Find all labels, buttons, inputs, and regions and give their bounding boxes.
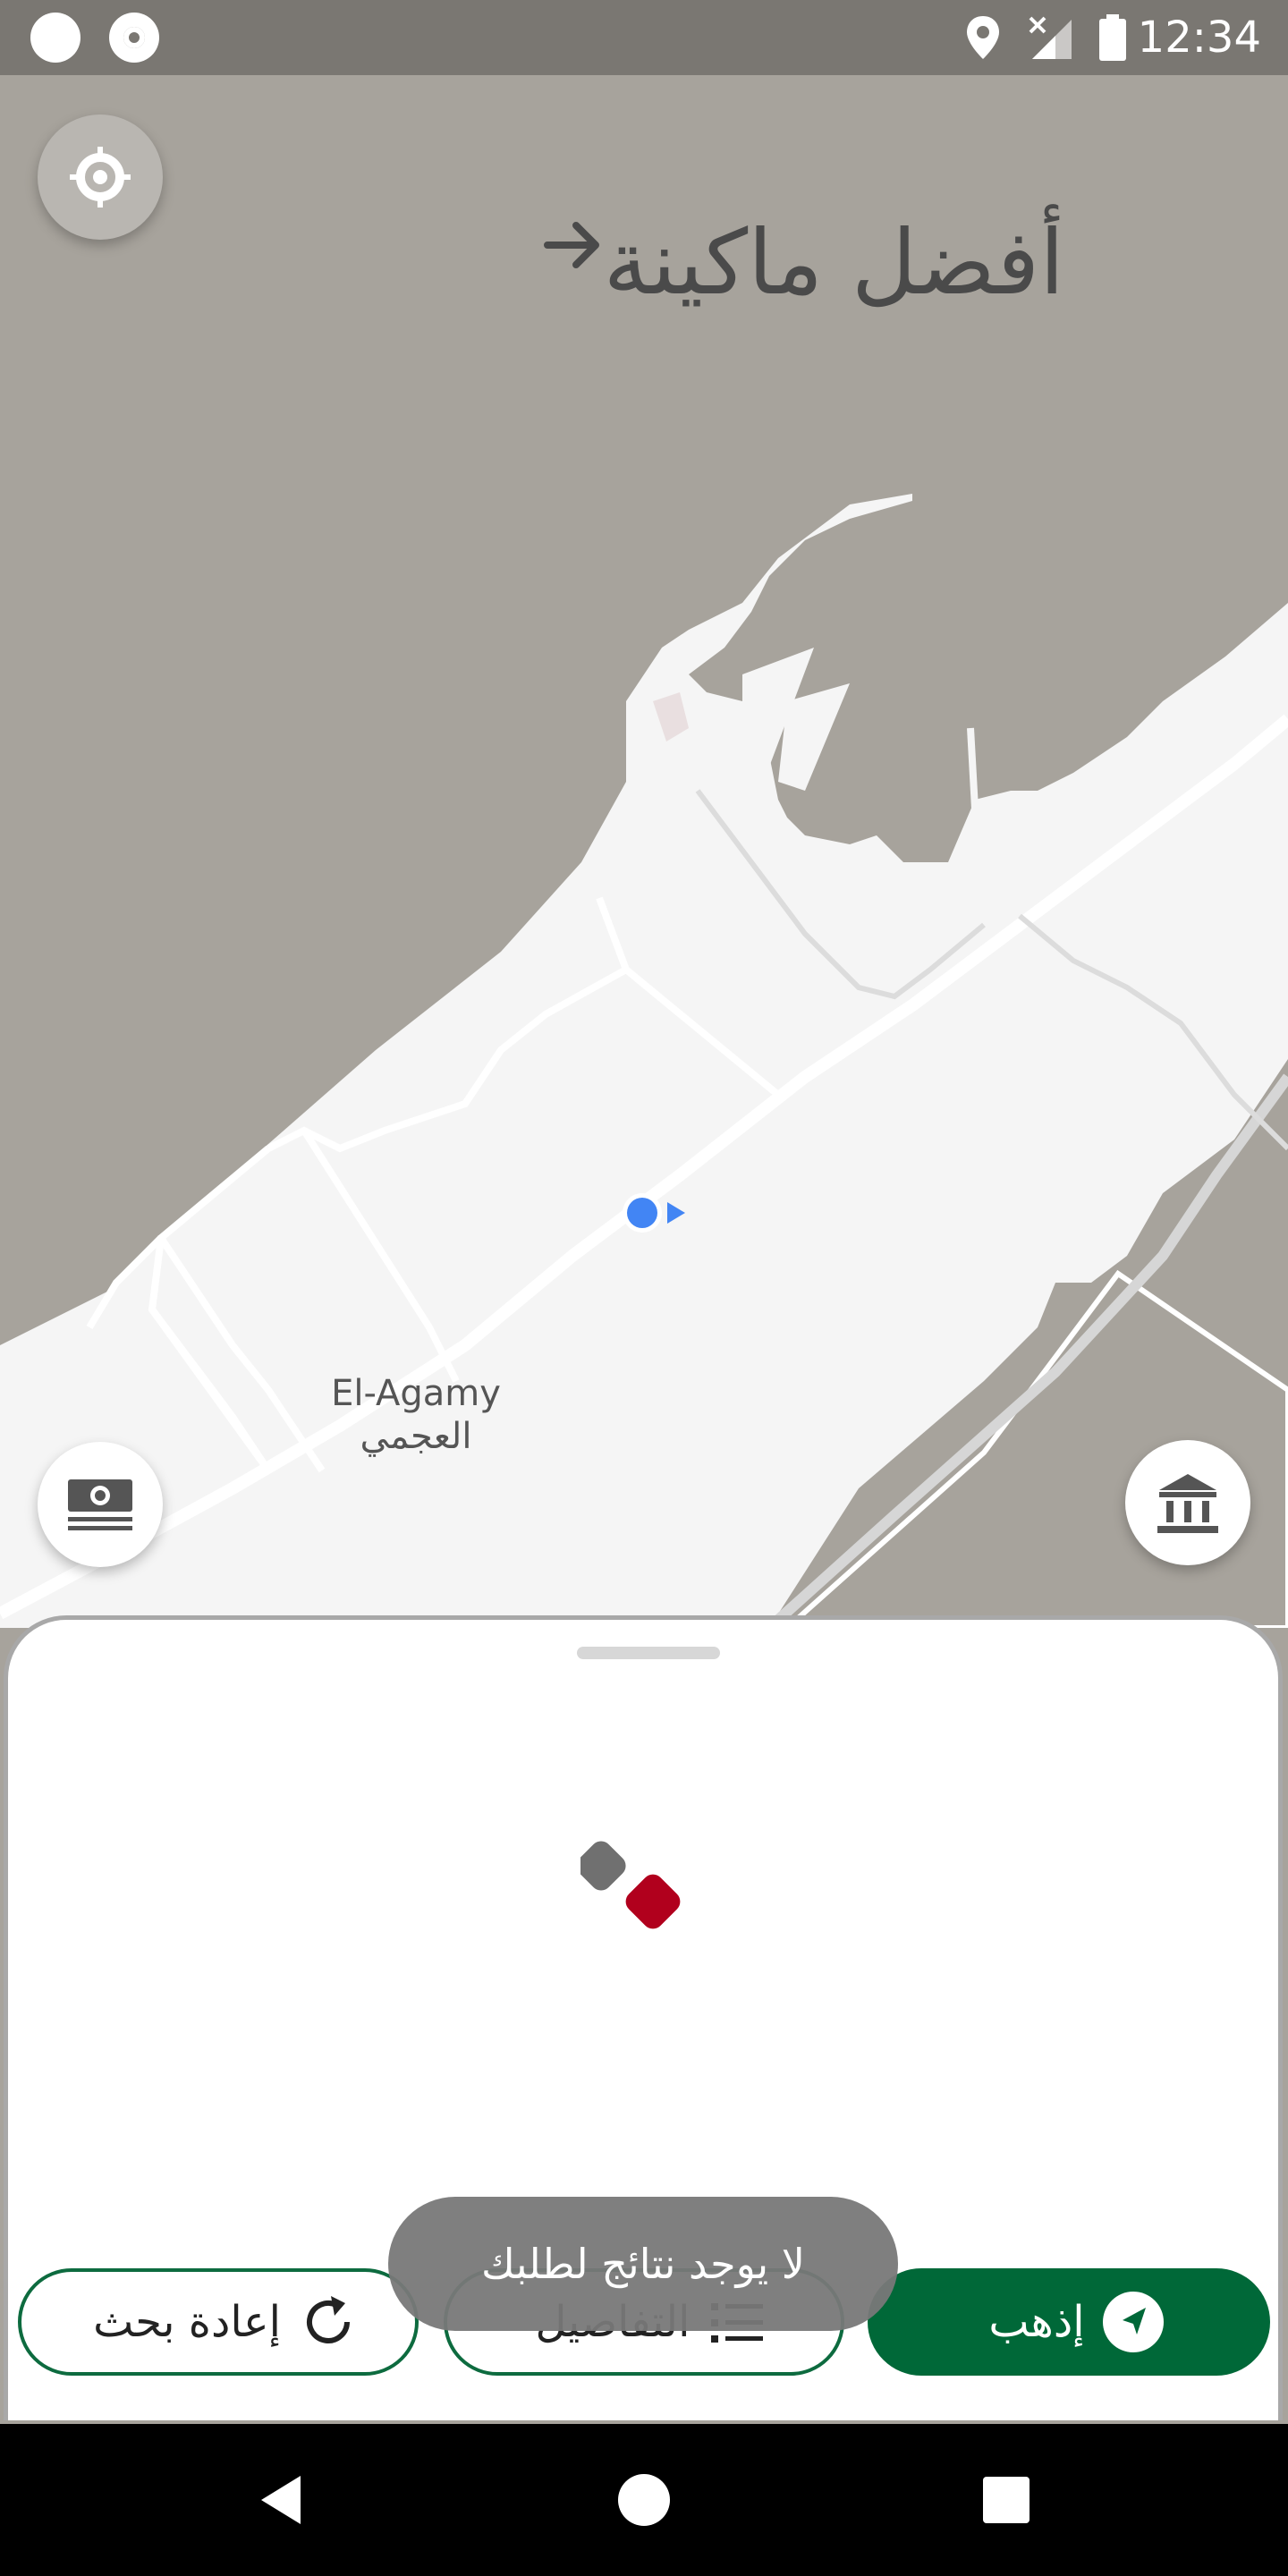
title-row: أفضل ماكينة <box>537 209 1199 317</box>
notification-circle-icon <box>30 13 80 63</box>
status-time: 12:34 <box>1137 13 1261 63</box>
go-button[interactable]: إذهب <box>868 2268 1270 2376</box>
locate-button[interactable] <box>38 114 163 240</box>
place-label-en: El-Agamy <box>331 1373 501 1414</box>
sheet-drag-handle[interactable] <box>577 1647 720 1659</box>
home-icon[interactable] <box>613 2469 675 2531</box>
signal-icon <box>1029 16 1072 59</box>
map-view[interactable]: أفضل ماكينة El-Agamy العجمي <box>0 75 1288 1628</box>
status-bar: 12:34 <box>0 0 1288 75</box>
refresh-icon <box>306 2296 350 2343</box>
no-results-toast: لا يوجد نتائج لطلبك <box>388 2197 898 2331</box>
research-label: إعادة بحث <box>93 2297 281 2347</box>
system-nav-bar <box>0 2424 1288 2576</box>
bank-button[interactable] <box>1125 1440 1250 1565</box>
navigation-icon <box>1102 2292 1164 2352</box>
cash-machine-button[interactable] <box>38 1442 163 1567</box>
recents-icon[interactable] <box>975 2469 1038 2531</box>
battery-icon <box>1099 14 1126 61</box>
place-label-ar: العجمي <box>360 1416 472 1457</box>
go-label: إذهب <box>988 2297 1085 2347</box>
notification-ring-icon <box>109 13 159 63</box>
arrow-right-icon[interactable] <box>537 209 608 281</box>
page-title: أفضل ماكينة <box>603 210 1064 315</box>
back-icon[interactable] <box>252 2469 315 2531</box>
location-icon <box>967 16 999 59</box>
crosshair-icon <box>70 147 131 208</box>
loading-spinner-icon <box>580 1841 681 1929</box>
research-button[interactable]: إعادة بحث <box>18 2268 419 2376</box>
cash-icon <box>68 1479 132 1530</box>
my-location-dot <box>627 1198 657 1228</box>
bank-icon <box>1157 1474 1218 1533</box>
map-place-label: El-Agamy العجمي <box>322 1372 510 1458</box>
